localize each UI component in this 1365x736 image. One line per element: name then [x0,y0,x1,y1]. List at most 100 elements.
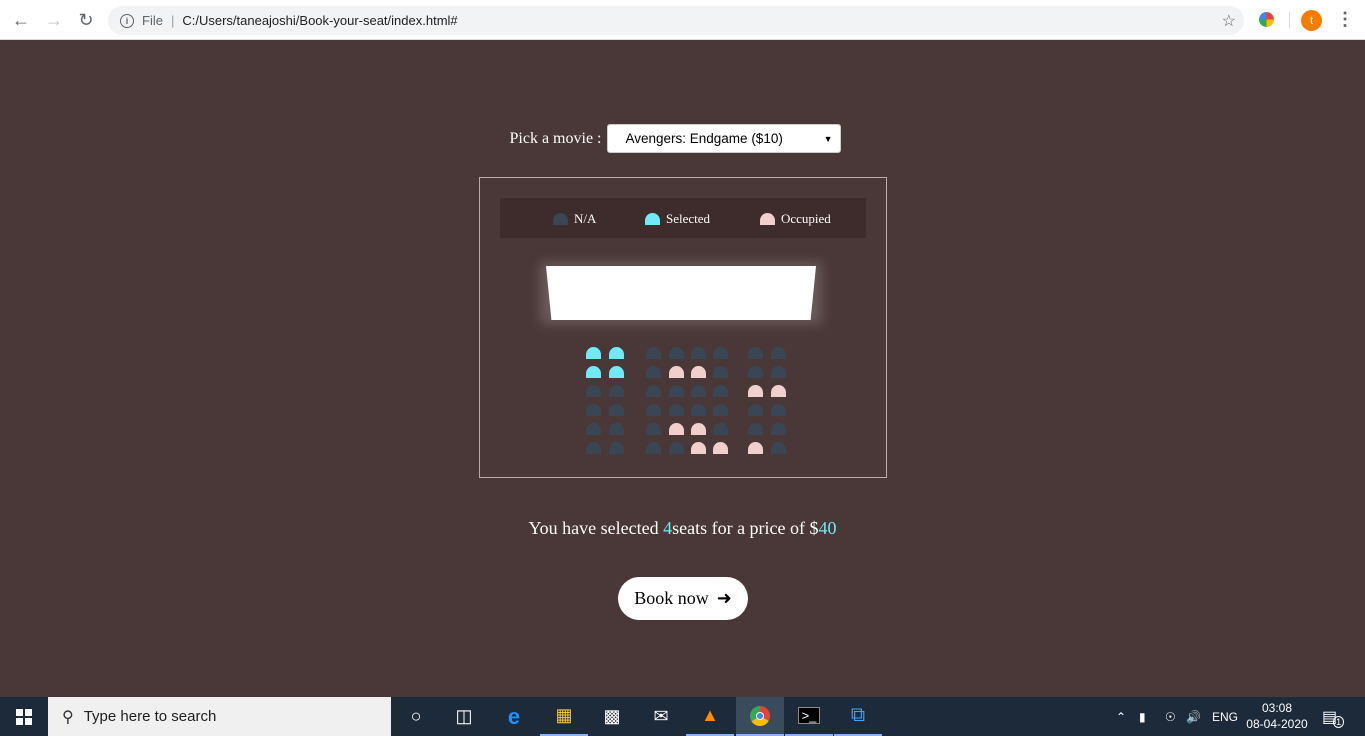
seat-na[interactable] [691,385,706,397]
notification-count: 1 [1333,715,1345,728]
seat-na[interactable] [609,385,624,397]
language-indicator[interactable]: ENG [1212,697,1238,736]
seat-na[interactable] [646,442,661,454]
seat-occupied [748,385,763,397]
seat-occupied [669,423,684,435]
seat-na[interactable] [646,347,661,359]
seat-selected-icon [645,213,660,225]
seat-na[interactable] [713,366,728,378]
dropdown-arrow-icon: ▼ [823,134,833,144]
seat-na[interactable] [646,423,661,435]
clock[interactable]: 03:08 08-04-2020 [1245,700,1309,732]
legend-selected: Selected [645,211,710,227]
info-icon[interactable]: i [120,13,134,28]
seat-occupied [771,385,786,397]
seat-na[interactable] [609,423,624,435]
seat-na[interactable] [713,385,728,397]
seat-na[interactable] [771,442,786,454]
seat-occupied-icon [760,213,775,225]
seat-na[interactable] [713,347,728,359]
taskbar-search-placeholder: Type here to search [83,708,217,725]
url-scheme: File [142,13,163,28]
back-icon[interactable]: ← [9,8,33,32]
toolbar-divider [1289,12,1290,28]
terminal-icon[interactable]: >_ [785,697,833,736]
legend-occupied-label: Occupied [781,211,831,226]
edge-icon[interactable]: e [490,697,538,736]
cinema-screen [546,266,816,320]
bookmark-star-icon[interactable]: ☆ [1222,11,1236,31]
seat-na[interactable] [586,404,601,416]
seat-na[interactable] [669,347,684,359]
address-bar[interactable]: i File | C:/Users/taneajoshi/Book-your-s… [108,6,1244,35]
summary-prefix: You have selected [528,518,664,538]
windows-taskbar: ⚲ Type here to search ○ ◫ e ▦ ▩ ✉ ▲ >_ ⧉… [0,697,1365,736]
cinema-container: N/A Selected Occupied [479,177,887,478]
seat-na[interactable] [748,423,763,435]
movie-select-value: Avengers: Endgame ($10) [625,131,783,146]
seat-na[interactable] [609,442,624,454]
seat-na[interactable] [748,404,763,416]
url-text[interactable]: C:/Users/taneajoshi/Book-your-seat/index… [182,13,457,28]
task-view-icon[interactable]: ◫ [440,697,488,736]
page-content: Pick a movie : Avengers: Endgame ($10) ▼… [0,40,1365,697]
total-price: 40 [818,518,837,538]
seat-na[interactable] [748,347,763,359]
seat-selected[interactable] [609,366,624,378]
seat-na[interactable] [669,442,684,454]
browser-menu-icon[interactable]: ⋮ [1336,9,1354,30]
seat-na[interactable] [713,423,728,435]
vscode-icon[interactable]: ⧉ [834,697,882,736]
summary-middle: seats for a price of $ [672,518,819,538]
volume-icon[interactable]: 🔊 [1186,697,1201,736]
seat-na[interactable] [669,404,684,416]
windows-logo-icon [16,708,32,725]
seat-na[interactable] [586,423,601,435]
tray-chevron-icon[interactable]: ⌃ [1116,697,1126,736]
reload-icon[interactable]: ↻ [74,8,98,32]
cortana-icon[interactable]: ○ [392,697,440,736]
taskbar-search[interactable]: ⚲ Type here to search [48,697,391,736]
seat-selected[interactable] [609,347,624,359]
wifi-icon[interactable]: ☉ [1165,697,1176,736]
seat-na[interactable] [771,347,786,359]
seat-na[interactable] [771,404,786,416]
file-explorer-icon[interactable]: ▦ [540,697,588,736]
seat-na[interactable] [646,385,661,397]
arrow-right-icon: ➜ [716,588,732,609]
legend-selected-label: Selected [666,211,711,226]
legend-occupied: Occupied [760,211,831,227]
seat-na[interactable] [771,366,786,378]
seat-na-icon [553,213,568,225]
chrome-icon[interactable] [736,697,784,736]
seat-occupied [691,442,706,454]
seat-na[interactable] [609,404,624,416]
mail-icon[interactable]: ✉ [637,697,685,736]
movie-picker-row: Pick a movie : Avengers: Endgame ($10) ▼ [0,124,1365,153]
seat-na[interactable] [771,423,786,435]
seat-na[interactable] [691,347,706,359]
forward-icon[interactable]: → [42,8,66,32]
legend-na: N/A [553,211,596,227]
profile-avatar[interactable]: t [1301,10,1322,31]
seat-na[interactable] [713,404,728,416]
book-now-button[interactable]: Book now ➜ [618,577,748,620]
start-button[interactable] [0,697,48,736]
seat-na[interactable] [669,385,684,397]
extension-icon[interactable] [1259,12,1274,27]
notification-icon[interactable]: ▤ 1 [1322,697,1345,736]
battery-icon[interactable]: ▮ [1139,697,1146,736]
vlc-icon[interactable]: ▲ [686,697,734,736]
seat-na[interactable] [691,404,706,416]
store-icon[interactable]: ▩ [588,697,636,736]
seat-na[interactable] [586,442,601,454]
seat-na[interactable] [646,404,661,416]
seat-na[interactable] [646,366,661,378]
clock-time: 03:08 [1261,701,1293,715]
seat-selected[interactable] [586,366,601,378]
seat-selected[interactable] [586,347,601,359]
seat-na[interactable] [586,385,601,397]
movie-select[interactable]: Avengers: Endgame ($10) ▼ [607,124,842,153]
seat-na[interactable] [748,366,763,378]
seat-legend: N/A Selected Occupied [500,198,866,238]
